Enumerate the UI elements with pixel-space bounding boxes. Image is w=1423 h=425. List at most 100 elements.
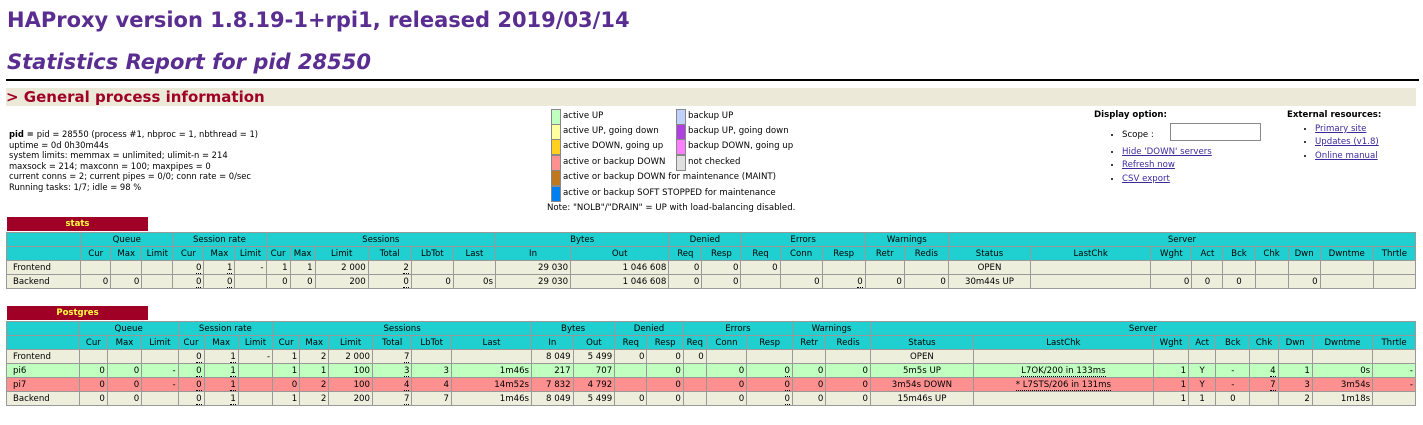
scope-input[interactable] [1170, 123, 1261, 141]
table-cell: 0 [110, 274, 143, 289]
group-header-cell: Warnings [864, 232, 949, 247]
primary-site-link[interactable]: Primary site [1315, 124, 1366, 134]
refresh-link[interactable]: Refresh now [1122, 160, 1175, 170]
table-cell [1311, 349, 1374, 364]
table-cell: 5m5s UP [869, 363, 974, 378]
table-cell [903, 260, 949, 275]
column-header-cell: Req [668, 246, 703, 261]
table-cell: 707 [572, 363, 616, 378]
column-header-cell: Chk [1249, 335, 1279, 350]
column-header-cell: Last [452, 246, 496, 261]
column-header-cell: Dwn [1277, 335, 1313, 350]
process-info: pid = pid = 28550 (process #1, nbproc = … [9, 129, 258, 193]
table-cell [1254, 274, 1289, 289]
table-cell: 2 000 [328, 349, 373, 364]
table-cell [1319, 274, 1374, 289]
table-cell: 0 [289, 274, 316, 289]
scope-item: Scope : [1122, 130, 1154, 140]
table-cell [821, 260, 866, 275]
table-cell: - [1215, 377, 1251, 392]
table-cell: 0 [825, 363, 871, 378]
table-cell [1150, 260, 1193, 275]
table-cell: 3m54s [1311, 377, 1374, 392]
column-header-cell: Max [203, 335, 239, 350]
table-cell [452, 260, 496, 275]
column-header-cell: Conn [705, 335, 748, 350]
column-header-cell: Max [299, 335, 330, 350]
column-header-cell: Bck [1222, 246, 1256, 261]
general-info-title: > General process information [6, 88, 265, 106]
refresh-item: Refresh now [1122, 160, 1175, 170]
table-cell [78, 349, 108, 364]
table-cell: 0 [821, 274, 866, 289]
row-name-cell[interactable]: pi6 [6, 363, 80, 378]
table-cell: 0 [705, 391, 748, 406]
column-header-cell: Redis [903, 246, 949, 261]
hide-down-link[interactable]: Hide 'DOWN' servers [1122, 147, 1212, 157]
table-cell: 1m46s [450, 363, 533, 378]
group-header-cell: Denied [668, 232, 742, 247]
group-header-cell: Sessions [272, 321, 533, 336]
table-cell: 217 [531, 363, 574, 378]
column-header-cell: Total [371, 335, 413, 350]
table-cell: 29 030 [494, 260, 572, 275]
column-header-cell: Thrtle [1372, 335, 1416, 350]
table-row: Backend 0 0 0 1 1 2 200 7 7 1m46s 8 049 5 499 0 0 0 0 0 0 1… [6, 391, 1416, 406]
column-header-cell: Cur [177, 335, 205, 350]
process-info-line: maxsock = 214; maxconn = 100; maxpipes =… [9, 160, 211, 171]
group-header-cell: Errors [682, 321, 794, 336]
table-cell: 0 [646, 377, 684, 392]
row-name-cell[interactable]: Frontend [6, 349, 80, 364]
group-header-cell: Bytes [494, 232, 670, 247]
column-header-cell: Limit [237, 335, 274, 350]
column-header-cell: Cur [78, 335, 108, 350]
table-cell: - [237, 349, 274, 364]
csv-item: CSV export [1122, 174, 1170, 184]
table-cell: 29 030 [494, 274, 572, 289]
header-cell [6, 321, 80, 336]
manual-item: Online manual [1315, 151, 1378, 161]
table-cell: 1m46s [450, 391, 533, 406]
row-name-cell[interactable]: pi7 [6, 377, 80, 392]
table-cell [141, 391, 179, 406]
csv-export-link[interactable]: CSV export [1122, 174, 1170, 184]
table-cell: 0 [177, 377, 205, 392]
postgres-proxy-name[interactable]: Postgres [7, 306, 148, 320]
table-cell: 1 [1188, 391, 1217, 406]
stats-proxy-name[interactable]: stats [7, 217, 148, 231]
table-cell: - [141, 363, 179, 378]
table-cell [237, 391, 274, 406]
table-cell: 0 [410, 274, 454, 289]
table-cell: 7 [411, 391, 452, 406]
table-cell: 1 [203, 349, 239, 364]
table-cell: 7 [371, 349, 413, 364]
column-header-cell: LbTot [410, 246, 454, 261]
column-header-cell: LastChk [972, 335, 1154, 350]
table-cell: 15m46s UP [869, 391, 974, 406]
table-cell [1152, 349, 1190, 364]
stats-table: Queue Session rate Sessions Bytes Denied Erro… [5, 232, 1417, 289]
table-cell: 200 [328, 391, 373, 406]
table-cell [614, 363, 648, 378]
online-manual-link[interactable]: Online manual [1315, 151, 1378, 161]
table-cell: 0 [646, 391, 684, 406]
table-cell: 0 [177, 363, 205, 378]
row-name-cell[interactable]: Backend [5, 274, 82, 289]
table-cell: 3m54s DOWN [869, 377, 974, 392]
legend-swatch [551, 124, 561, 140]
updates-link[interactable]: Updates (v1.8) [1315, 137, 1379, 147]
table-cell: 0 [106, 377, 143, 392]
column-header-cell: Out [572, 335, 616, 350]
table-cell [779, 260, 823, 275]
column-header-cell: Dwntme [1311, 335, 1374, 350]
table-cell [972, 391, 1154, 406]
table-cell: 0 [779, 274, 823, 289]
table-cell: 7 832 [531, 377, 574, 392]
row-name-cell[interactable]: Backend [6, 391, 80, 406]
legend-swatch [676, 139, 686, 155]
table-cell: - [1372, 363, 1416, 378]
row-name-cell[interactable]: Frontend [5, 260, 82, 275]
table-cell [792, 349, 827, 364]
table-cell: 0 [78, 391, 108, 406]
process-info-line: uptime = 0d 0h30m44s [9, 139, 109, 150]
